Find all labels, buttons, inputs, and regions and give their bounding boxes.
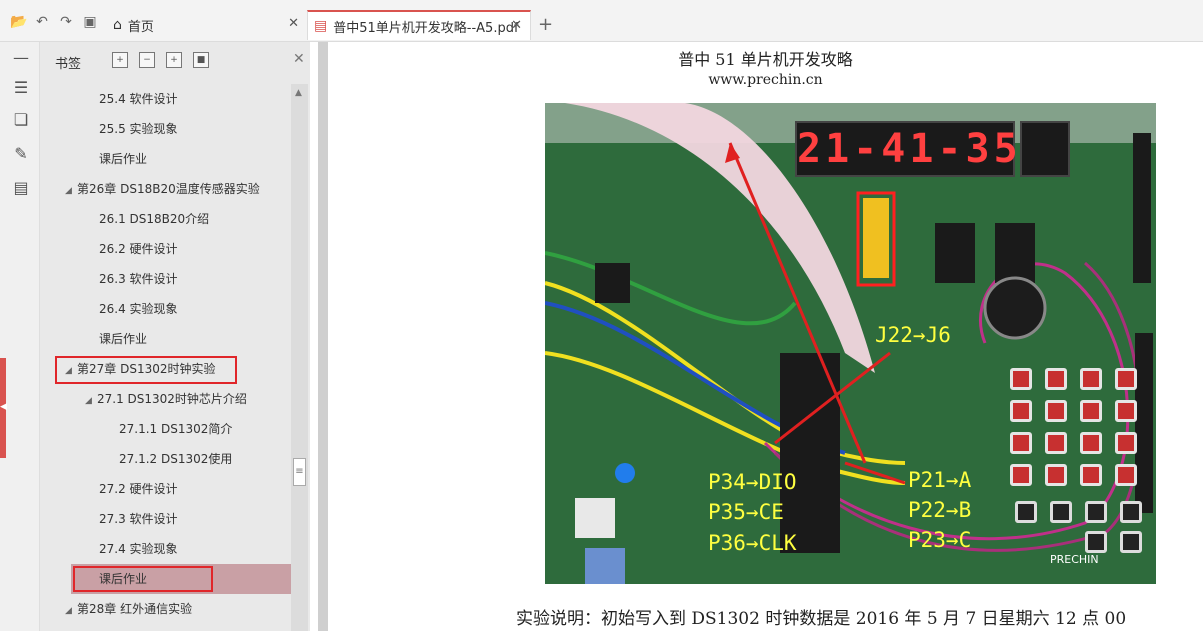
experiment-description: 实验说明：初始写入到 DS1302 时钟数据是 2016 年 5 月 7 日星期… [516, 609, 1127, 629]
undo-icon[interactable]: ↶ [33, 13, 51, 31]
scroll-up-icon[interactable]: ▲ [295, 88, 302, 98]
scroll-thumb[interactable]: ≡ [293, 458, 306, 486]
matrix-key [1115, 368, 1137, 390]
home-icon: ⌂ [113, 17, 122, 33]
matrix-key [1115, 464, 1137, 486]
tab-pdf-label: 普中51单片机开发攻略--A5.pdf [333, 20, 519, 36]
matrix-key [1010, 464, 1032, 486]
push-button [1120, 501, 1142, 523]
tab-home[interactable]: ⌂ 首页 ✕ [107, 10, 307, 40]
annotation-p22: P22→B [908, 498, 972, 522]
annotation-p34: P34→DIO [708, 470, 797, 494]
thumbnails-icon[interactable]: ❏ [10, 108, 32, 130]
bookmark-list: 25.4 软件设计 25.5 实验现象 课后作业 ◢ 第26章 DS18B20温度… [40, 84, 292, 631]
expand-all-icon[interactable]: + [112, 52, 128, 68]
matrix-key [1080, 368, 1102, 390]
bookmark-settings-icon[interactable]: ■ [193, 52, 209, 68]
annotation-p35: P35→CE [708, 500, 784, 524]
title-bar: 📂 ↶ ↷ ▣ ⌂ 首页 ✕ ▤ 普中51单片机开发攻略--A5.pdf ✕ + [0, 0, 1203, 42]
bookmark-chapter-28[interactable]: ◢ 第28章 红外通信实验 [65, 594, 192, 624]
push-button [1085, 501, 1107, 523]
annotation-p21: P21→A [908, 468, 972, 492]
annotation-j22: J22→J6 [875, 323, 951, 347]
matrix-key [1010, 368, 1032, 390]
page-title: 普中 51 单片机开发攻略 [678, 50, 853, 69]
matrix-key [1115, 400, 1137, 422]
push-button [1050, 501, 1072, 523]
bookmark-item-label: 第26章 DS18B20温度传感器实验 [77, 182, 260, 196]
push-button [1085, 531, 1107, 553]
board-photo: 21-41-35 J22→J6 P34→DIO P35→CE P36→CLK P… [545, 103, 1156, 584]
expand-arrow-icon[interactable]: ◢ [65, 596, 77, 626]
save-icon[interactable]: ▣ [81, 13, 99, 31]
bookmark-scrollbar[interactable]: ▲ ≡ [291, 84, 308, 631]
bookmark-item[interactable]: 27.4 实验现象 [99, 534, 178, 564]
annotation-p36: P36→CLK [708, 531, 797, 555]
bookmark-item-label: 第28章 红外通信实验 [77, 602, 193, 616]
bookmark-header: 书签 + − + ■ ✕ [40, 42, 310, 78]
new-tab-button[interactable]: + [538, 14, 553, 35]
board-brand: PRECHIN [1050, 553, 1099, 566]
matrix-key [1045, 368, 1067, 390]
close-icon[interactable]: ✕ [293, 51, 305, 67]
collapse-all-icon[interactable]: − [139, 52, 155, 68]
annotation-icon[interactable]: ✎ [10, 142, 32, 164]
annotation-p23: P23→C [908, 528, 972, 552]
bookmark-item[interactable]: 课后作业 [99, 324, 147, 354]
matrix-key [1045, 432, 1067, 454]
bookmark-item[interactable]: 26.3 软件设计 [99, 264, 178, 294]
bookmark-list-icon[interactable]: ☰ [10, 76, 32, 98]
bookmark-panel: 书签 + − + ■ ✕ 25.4 软件设计 25.5 实验现象 课后作业 ◢ 第… [40, 42, 310, 631]
document-view: 普中 51 单片机开发攻略 www.prechin.cn 21-41-35 J2… [328, 42, 1203, 631]
page-url: www.prechin.cn [708, 72, 823, 88]
matrix-key [1080, 432, 1102, 454]
bookmark-item[interactable]: 27.1.2 DS1302使用 [119, 444, 232, 474]
close-icon[interactable]: ✕ [288, 16, 299, 31]
tab-pdf[interactable]: ▤ 普中51单片机开发攻略--A5.pdf ✕ [307, 10, 531, 40]
matrix-key [1080, 464, 1102, 486]
bookmark-title: 书签 [55, 57, 82, 72]
push-button [1120, 531, 1142, 553]
highlight-box [73, 566, 213, 592]
side-rail: — ☰ ❏ ✎ ▤ ◀ [0, 42, 40, 631]
folder-open-icon[interactable]: 📂 [10, 13, 28, 31]
pdf-file-icon: ▤ [314, 18, 328, 34]
collapse-icon[interactable]: — [10, 46, 32, 68]
bookmark-item[interactable]: 26.2 硬件设计 [99, 234, 178, 264]
word-export-icon[interactable]: ▤ [10, 176, 32, 198]
bookmark-item[interactable]: 26.4 实验现象 [99, 294, 178, 324]
bookmark-item[interactable]: 课后作业 [99, 144, 147, 174]
matrix-key [1080, 400, 1102, 422]
bookmark-section-27-1[interactable]: ◢ 27.1 DS1302时钟芯片介绍 [85, 384, 247, 414]
bookmark-item[interactable]: 27.2 硬件设计 [99, 474, 178, 504]
bookmark-item-label: 27.1 DS1302时钟芯片介绍 [97, 392, 247, 406]
panel-toggle-handle[interactable]: ◀ [0, 358, 7, 458]
bookmark-item[interactable]: 26.1 DS18B20介绍 [99, 204, 209, 234]
chevron-left-icon: ◀ [0, 402, 7, 412]
expand-arrow-icon[interactable]: ◢ [65, 176, 77, 206]
matrix-key [1010, 432, 1032, 454]
highlight-box [55, 356, 237, 384]
redo-icon[interactable]: ↷ [57, 13, 75, 31]
bookmark-item[interactable]: 27.1.1 DS1302简介 [119, 414, 232, 444]
tab-home-label: 首页 [127, 19, 154, 35]
bookmark-item[interactable]: 25.4 软件设计 [99, 84, 178, 114]
matrix-key [1045, 400, 1067, 422]
matrix-key [1045, 464, 1067, 486]
panel-divider[interactable] [318, 42, 328, 631]
matrix-key [1115, 432, 1137, 454]
add-bookmark-icon[interactable]: + [166, 52, 182, 68]
bookmark-item[interactable]: 27.3 软件设计 [99, 504, 178, 534]
bookmark-chapter-26[interactable]: ◢ 第26章 DS18B20温度传感器实验 [65, 174, 260, 204]
expand-arrow-icon[interactable]: ◢ [85, 386, 97, 416]
seven-seg-digit [1020, 121, 1070, 177]
bookmark-item[interactable]: 25.5 实验现象 [99, 114, 178, 144]
matrix-key [1010, 400, 1032, 422]
display-value: 21-41-35 [797, 126, 1022, 172]
close-icon[interactable]: ✕ [511, 18, 522, 33]
push-button [1015, 501, 1037, 523]
